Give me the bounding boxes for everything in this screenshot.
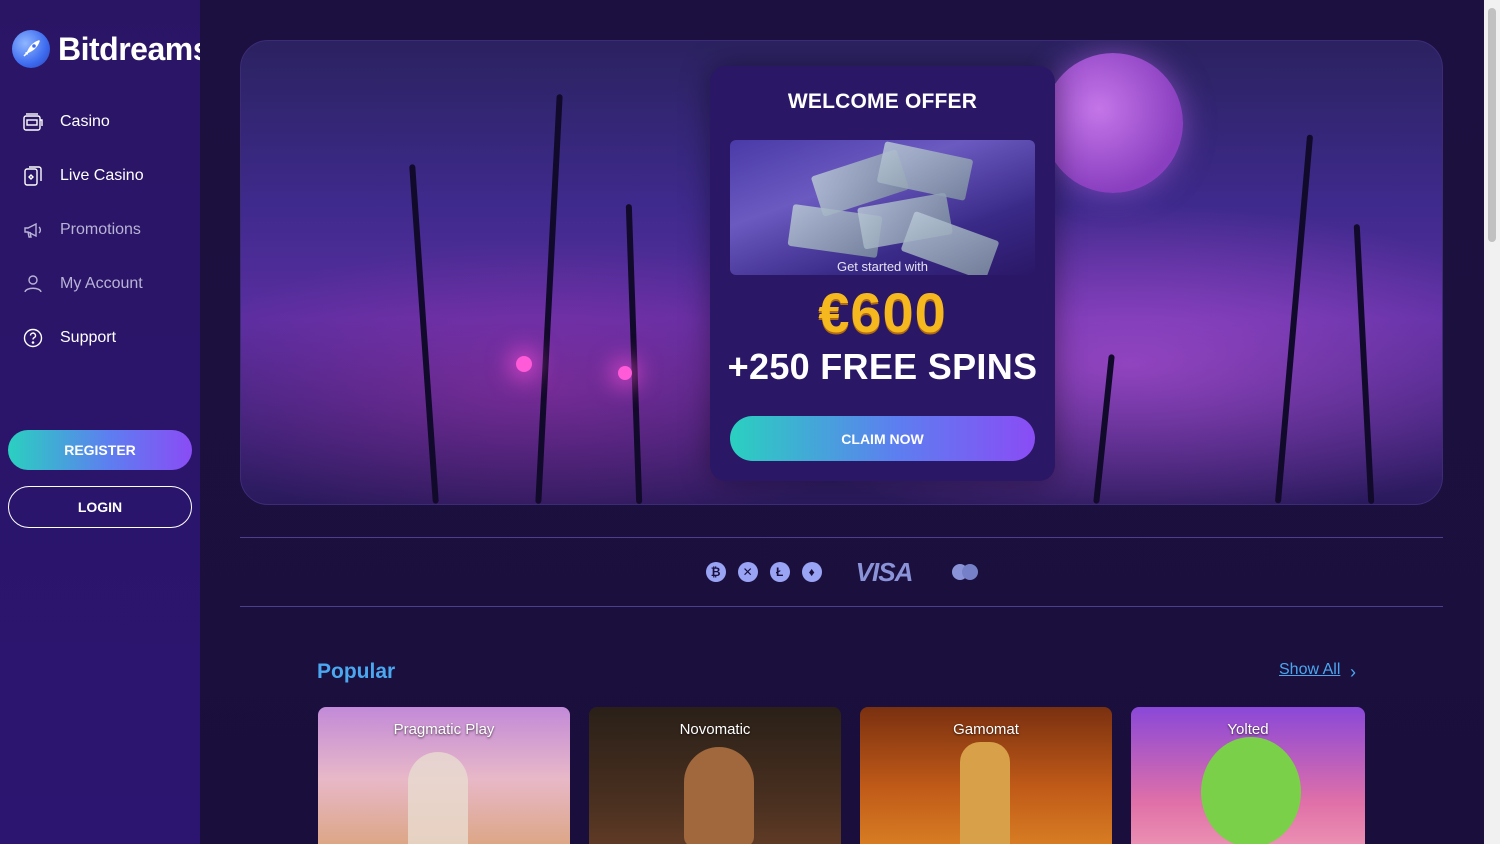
payment-methods: ₿ ✕ Ł ♦ VISA xyxy=(200,555,1484,589)
megaphone-icon xyxy=(22,219,44,241)
welcome-offer-card: WELCOME OFFER Get started with €600 +250… xyxy=(710,66,1055,481)
sidebar-item-promotions[interactable]: Promotions xyxy=(0,203,200,257)
game-thumbnail xyxy=(408,752,468,844)
sidebar-item-casino[interactable]: Casino xyxy=(0,95,200,149)
sidebar-item-my-account[interactable]: My Account xyxy=(0,257,200,311)
bitcoin-icon: ₿ xyxy=(705,562,726,582)
offer-title: WELCOME OFFER xyxy=(787,90,978,113)
divider xyxy=(240,606,1443,607)
game-card[interactable]: Novomatic xyxy=(589,707,841,844)
ethereum-icon: ♦ xyxy=(801,562,822,582)
ripple-icon: ✕ xyxy=(737,562,758,582)
popular-section-title: Popular xyxy=(317,660,396,683)
game-card[interactable]: Pragmatic Play xyxy=(318,707,570,844)
login-button[interactable]: LOGIN xyxy=(8,486,192,528)
page-scrollbar[interactable] xyxy=(1484,0,1500,844)
chevron-right-icon[interactable]: › xyxy=(1350,662,1356,683)
help-icon xyxy=(22,327,44,349)
litecoin-icon: Ł xyxy=(769,562,790,582)
sidebar-item-label: My Account xyxy=(60,275,143,292)
popular-games-carousel: Pragmatic Play Novomatic Gamomat Yolted xyxy=(318,707,1365,844)
sidebar-item-label: Casino xyxy=(60,113,110,130)
game-provider-label: Pragmatic Play xyxy=(393,721,495,738)
sidebar: Bitdreams Casino Live Casino Promotions … xyxy=(0,0,211,844)
game-card[interactable]: Gamomat xyxy=(860,707,1112,844)
game-thumbnail xyxy=(960,742,1010,844)
hero-banner: WELCOME OFFER Get started with €600 +250… xyxy=(240,40,1443,505)
user-icon xyxy=(22,273,44,295)
street-light-icon xyxy=(618,366,632,380)
visa-logo: VISA xyxy=(855,556,914,587)
sidebar-item-label: Promotions xyxy=(60,221,141,238)
money-stack-image xyxy=(730,140,1035,275)
divider xyxy=(240,537,1443,538)
mastercard-icon xyxy=(952,564,979,580)
sidebar-item-label: Support xyxy=(60,329,117,346)
game-provider-label: Yolted xyxy=(1227,721,1269,738)
slot-machine-icon xyxy=(22,111,44,133)
brand-logo[interactable]: Bitdreams xyxy=(12,30,211,68)
claim-now-button[interactable]: CLAIM NOW xyxy=(730,416,1035,461)
cards-icon xyxy=(22,165,44,187)
offer-amount: €600 xyxy=(818,281,947,344)
sidebar-item-support[interactable]: Support xyxy=(0,311,200,365)
sidebar-nav: Casino Live Casino Promotions My Account… xyxy=(0,95,200,365)
offer-free-spins: +250 FREE SPINS xyxy=(727,346,1038,387)
game-thumbnail xyxy=(1201,737,1301,844)
show-all-link[interactable]: Show All xyxy=(1279,661,1340,679)
main-content: WELCOME OFFER Get started with €600 +250… xyxy=(200,0,1484,844)
game-provider-label: Gamomat xyxy=(953,721,1019,738)
offer-subtitle: Get started with xyxy=(836,259,929,274)
register-button[interactable]: REGISTER xyxy=(8,430,192,470)
brand-name: Bitdreams xyxy=(58,30,211,67)
game-provider-label: Novomatic xyxy=(679,721,751,738)
game-card[interactable]: Yolted xyxy=(1131,707,1365,844)
sidebar-item-label: Live Casino xyxy=(60,167,144,184)
moon-illustration xyxy=(1043,53,1183,193)
scrollbar-thumb[interactable] xyxy=(1488,8,1496,242)
sidebar-item-live-casino[interactable]: Live Casino xyxy=(0,149,200,203)
rocket-icon xyxy=(12,30,50,68)
game-thumbnail xyxy=(684,747,754,844)
street-light-icon xyxy=(516,356,532,372)
